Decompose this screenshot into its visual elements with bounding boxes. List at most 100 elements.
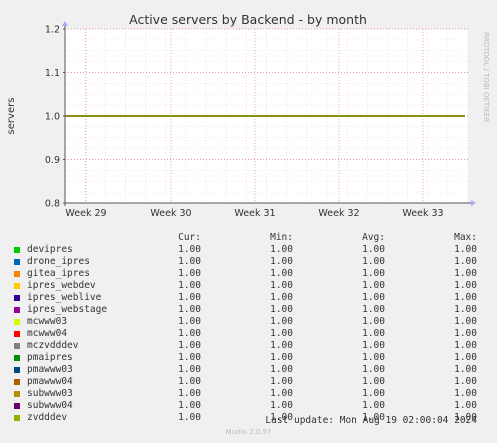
- legend-avg-value: 1.00: [362, 280, 385, 291]
- y-tick-label: 0.8: [45, 199, 60, 210]
- legend-max-value: 1.00: [454, 400, 477, 411]
- legend-max-value: 1.00: [454, 280, 477, 291]
- chart-title: Active servers by Backend - by month: [129, 12, 367, 27]
- legend-cur-value: 1.00: [178, 268, 201, 279]
- legend-swatch: [14, 259, 20, 265]
- legend-max-value: 1.00: [454, 244, 477, 255]
- legend-cur-value: 1.00: [178, 400, 201, 411]
- legend-swatch: [14, 403, 20, 409]
- legend-cur-value: 1.00: [178, 328, 201, 339]
- legend-swatch: [14, 307, 20, 313]
- x-tick-label: Week 31: [234, 208, 275, 219]
- legend-cur-value: 1.00: [178, 352, 201, 363]
- legend-series-name: mcwww04: [27, 328, 68, 339]
- legend-series-name: pmawww04: [27, 376, 73, 387]
- legend-max-value: 1.00: [454, 304, 477, 315]
- y-tick-labels: 1.2 1.1 1.0 0.9 0.8: [45, 25, 65, 210]
- legend-avg-value: 1.00: [362, 376, 385, 387]
- legend-row: ipres_webdev 1.00 1.00 1.00 1.00: [0, 280, 497, 292]
- legend-min-value: 1.00: [270, 256, 293, 267]
- legend-table: Cur: Min: Avg: Max: devipres 1.00 1.00 1.00…: [0, 232, 497, 424]
- legend-swatch: [14, 355, 20, 361]
- y-axis-arrow: [62, 21, 68, 26]
- legend-row: subwww04 1.00 1.00 1.00 1.00: [0, 400, 497, 412]
- legend-swatch: [14, 415, 20, 421]
- legend-cur-value: 1.00: [178, 292, 201, 303]
- legend-series-name: subwww04: [27, 400, 73, 411]
- last-update: Last update: Mon Aug 19 02:00:04 2024: [265, 415, 477, 426]
- legend-series-name: pmaipres: [27, 352, 73, 363]
- y-tick-label: 1.1: [45, 68, 60, 79]
- legend-series-name: zvdddev: [27, 412, 68, 423]
- legend-max-value: 1.00: [454, 328, 477, 339]
- legend-cur-value: 1.00: [178, 316, 201, 327]
- legend-max-value: 1.00: [454, 388, 477, 399]
- legend-series-name: gitea_ipres: [27, 268, 90, 279]
- legend-series-name: ipres_weblive: [27, 292, 102, 303]
- legend-avg-value: 1.00: [362, 364, 385, 375]
- legend-cur-value: 1.00: [178, 364, 201, 375]
- legend-row: pmaipres 1.00 1.00 1.00 1.00: [0, 352, 497, 364]
- legend-rows: devipres 1.00 1.00 1.00 1.00 drone_ipres 1.00 1…: [0, 244, 497, 424]
- legend-max-value: 1.00: [454, 316, 477, 327]
- legend-row: mcwww04 1.00 1.00 1.00 1.00: [0, 328, 497, 340]
- legend-swatch: [14, 379, 20, 385]
- legend-avg-value: 1.00: [362, 292, 385, 303]
- legend-series-name: subwww03: [27, 388, 73, 399]
- legend-avg-value: 1.00: [362, 340, 385, 351]
- legend-max-value: 1.00: [454, 352, 477, 363]
- legend-avg-value: 1.00: [362, 316, 385, 327]
- legend-min-value: 1.00: [270, 292, 293, 303]
- legend-min-value: 1.00: [270, 388, 293, 399]
- legend-cur-value: 1.00: [178, 376, 201, 387]
- legend-row: mczvdddev 1.00 1.00 1.00 1.00: [0, 340, 497, 352]
- legend-min-value: 1.00: [270, 400, 293, 411]
- header-cur: Cur:: [178, 232, 201, 243]
- legend-series-name: ipres_webstage: [27, 304, 108, 315]
- legend-swatch: [14, 331, 20, 337]
- chart-graph: 1.21.11.00.90.8 Week 29 Week 30 Week 31 Wee…: [6, 12, 490, 219]
- legend-max-value: 1.00: [454, 292, 477, 303]
- legend-swatch: [14, 319, 20, 325]
- legend-avg-value: 1.00: [362, 352, 385, 363]
- legend-row: subwww03 1.00 1.00 1.00 1.00: [0, 388, 497, 400]
- legend-min-value: 1.00: [270, 244, 293, 255]
- legend-avg-value: 1.00: [362, 244, 385, 255]
- legend-max-value: 1.00: [454, 256, 477, 267]
- y-axis-label: servers: [6, 98, 17, 135]
- x-tick-label: Week 32: [318, 208, 359, 219]
- legend-cur-value: 1.00: [178, 256, 201, 267]
- legend-max-value: 1.00: [454, 376, 477, 387]
- legend-max-value: 1.00: [454, 364, 477, 375]
- legend-cur-value: 1.00: [178, 280, 201, 291]
- legend-row: gitea_ipres 1.00 1.00 1.00 1.00: [0, 268, 497, 280]
- legend-series-name: mczvdddev: [27, 340, 79, 351]
- legend-swatch: [14, 367, 20, 373]
- legend-avg-value: 1.00: [362, 388, 385, 399]
- legend-min-value: 1.00: [270, 304, 293, 315]
- legend-row: ipres_webstage 1.00 1.00 1.00 1.00: [0, 304, 497, 316]
- legend-min-value: 1.00: [270, 268, 293, 279]
- legend-min-value: 1.00: [270, 364, 293, 375]
- legend-swatch: [14, 247, 20, 253]
- x-tick-label: Week 33: [402, 208, 443, 219]
- legend-swatch: [14, 283, 20, 289]
- legend-swatch: [14, 343, 20, 349]
- header-avg: Avg:: [362, 232, 385, 243]
- legend-cur-value: 1.00: [178, 304, 201, 315]
- legend-avg-value: 1.00: [362, 268, 385, 279]
- legend-series-name: devipres: [27, 244, 73, 255]
- legend-min-value: 1.00: [270, 280, 293, 291]
- legend-series-name: pmawww03: [27, 364, 73, 375]
- legend-row: pmawww04 1.00 1.00 1.00 1.00: [0, 376, 497, 388]
- legend-cur-value: 1.00: [178, 340, 201, 351]
- legend-row: drone_ipres 1.00 1.00 1.00 1.00: [0, 256, 497, 268]
- legend-max-value: 1.00: [454, 268, 477, 279]
- legend-series-name: mcwww03: [27, 316, 68, 327]
- y-tick-label: 1.0: [45, 112, 60, 123]
- legend-avg-value: 1.00: [362, 400, 385, 411]
- legend-cur-value: 1.00: [178, 412, 201, 423]
- munin-version: Munin 2.0.57: [225, 428, 272, 436]
- legend-header: Cur: Min: Avg: Max:: [0, 232, 497, 244]
- legend-series-name: drone_ipres: [27, 256, 90, 267]
